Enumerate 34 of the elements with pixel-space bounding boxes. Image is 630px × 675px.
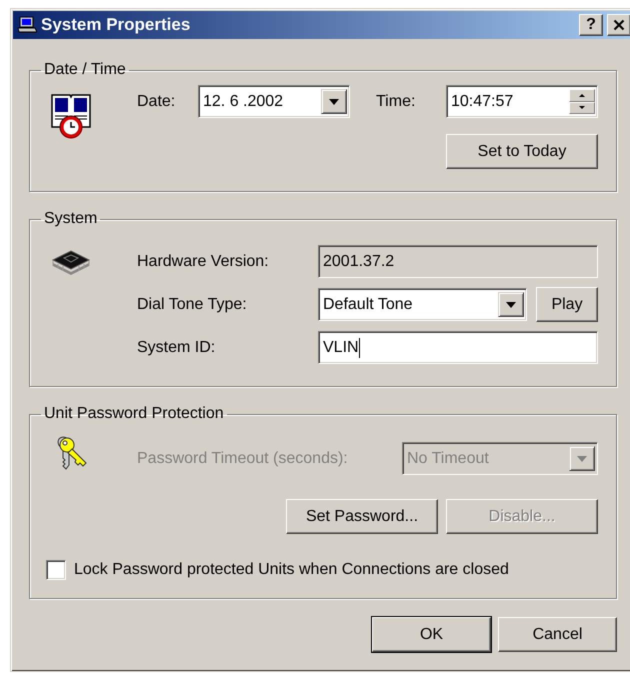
dialog-button[interactable]: Cancel [498, 617, 617, 652]
group-title: Date / Time [43, 61, 127, 79]
dropdown-button[interactable] [321, 89, 347, 114]
play-button[interactable]: Play [536, 287, 598, 322]
caret-icon [577, 456, 587, 462]
close-button[interactable] [607, 14, 630, 36]
checkbox[interactable] [46, 560, 66, 580]
close-icon [613, 19, 625, 31]
up-arrow-icon [579, 94, 585, 97]
computer-icon [17, 16, 37, 34]
caret-icon [506, 302, 516, 308]
date-label: Date: [137, 92, 176, 110]
dial-tone-label: Dial Tone Type: [137, 296, 248, 314]
time-label: Time: [376, 92, 416, 110]
system-id-label: System ID: [137, 338, 216, 356]
time-field[interactable]: 10:47:57 [446, 85, 598, 118]
window-title: System Properties [41, 15, 192, 35]
password-timeout-label: Password Timeout (seconds): [137, 450, 349, 468]
spin-button[interactable] [569, 89, 595, 114]
caret-icon [329, 98, 339, 104]
dropdown-button[interactable] [498, 292, 524, 317]
system-id-field[interactable]: VLIN [318, 331, 598, 364]
hardware-version-field[interactable]: 2001.37.2 [318, 245, 598, 278]
group-title: System [43, 210, 98, 228]
lock-units-label: Lock Password protected Units when Connections are closed [74, 561, 509, 579]
hardware-version-label: Hardware Version: [137, 252, 270, 270]
date-picker[interactable]: 12. 6 .2002 [198, 85, 350, 118]
dialog-button[interactable]: OK [372, 617, 491, 652]
dial-tone-dropdown[interactable]: Default Tone [318, 288, 527, 321]
down-arrow-icon [579, 106, 585, 110]
set-to-today-button[interactable]: Set to Today [446, 134, 598, 169]
help-button[interactable]: ? [579, 14, 603, 36]
group-title: Unit Password Protection [43, 405, 225, 423]
password-button[interactable]: Set Password... [286, 499, 438, 534]
